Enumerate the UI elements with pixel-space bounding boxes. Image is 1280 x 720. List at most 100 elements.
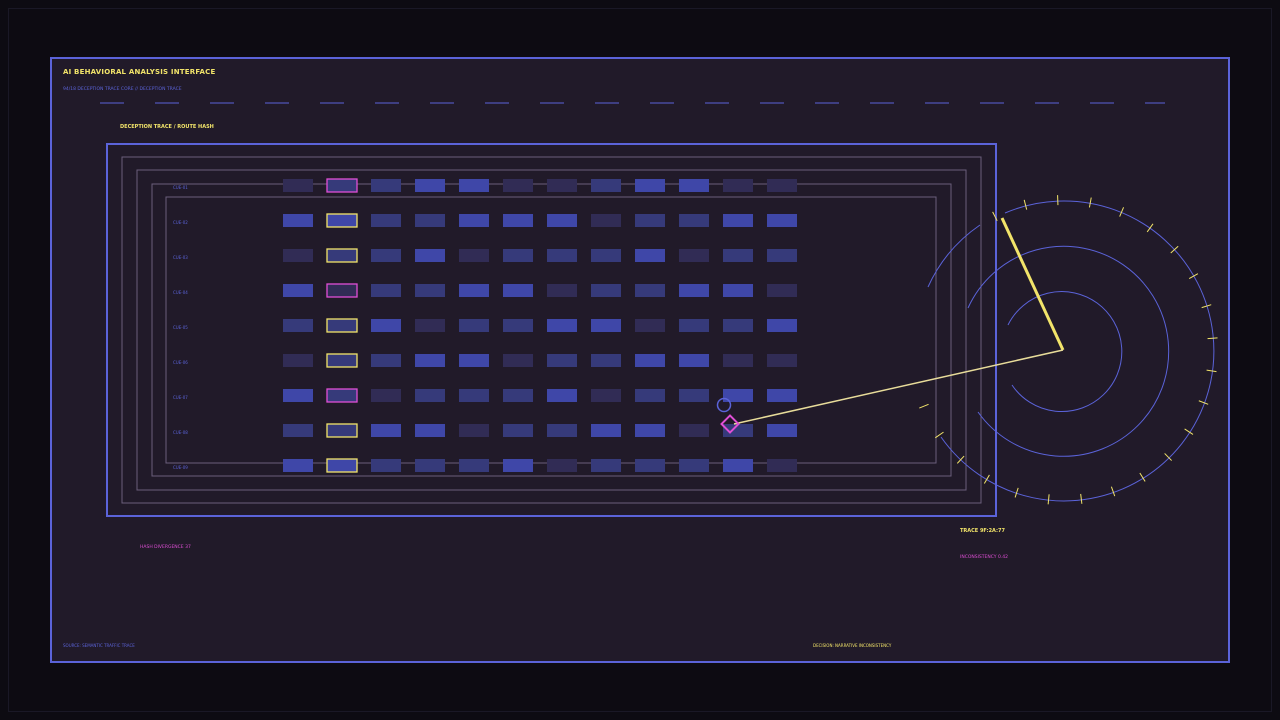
grid-cell[interactable] [591,214,621,227]
grid-cell[interactable] [415,389,445,402]
grid-cell[interactable] [371,179,401,192]
grid-cell[interactable] [767,319,797,332]
grid-cell[interactable] [503,424,533,437]
grid-cell[interactable] [679,284,709,297]
grid-cell[interactable] [459,459,489,472]
grid-cell[interactable] [326,423,358,438]
grid-cell[interactable] [723,214,753,227]
grid-cell[interactable] [415,179,445,192]
grid-cell[interactable] [283,179,313,192]
grid-cell[interactable] [767,424,797,437]
grid-cell[interactable] [723,179,753,192]
grid-cell[interactable] [283,424,313,437]
grid-cell[interactable] [591,424,621,437]
grid-cell[interactable] [326,248,358,263]
grid-cell[interactable] [283,249,313,262]
grid-cell[interactable] [283,319,313,332]
grid-cell[interactable] [767,249,797,262]
grid-cell[interactable] [679,179,709,192]
grid-cell[interactable] [767,179,797,192]
grid-cell[interactable] [371,249,401,262]
grid-cell[interactable] [767,284,797,297]
grid-cell[interactable] [459,284,489,297]
grid-cell[interactable] [635,179,665,192]
grid-cell[interactable] [591,284,621,297]
grid-cell[interactable] [767,354,797,367]
grid-cell[interactable] [415,214,445,227]
grid-cell[interactable] [635,389,665,402]
grid-cell[interactable] [459,354,489,367]
grid-cell[interactable] [283,284,313,297]
grid-cell[interactable] [547,459,577,472]
grid-cell[interactable] [547,214,577,227]
grid-cell[interactable] [635,249,665,262]
grid-cell[interactable] [326,458,358,473]
grid-cell[interactable] [503,249,533,262]
grid-cell[interactable] [371,389,401,402]
grid-cell[interactable] [723,319,753,332]
grid-cell[interactable] [415,319,445,332]
grid-cell[interactable] [547,249,577,262]
grid-cell[interactable] [547,284,577,297]
grid-cell[interactable] [371,354,401,367]
grid-cell[interactable] [283,459,313,472]
grid-cell[interactable] [459,179,489,192]
grid-cell[interactable] [503,354,533,367]
grid-cell[interactable] [503,319,533,332]
grid-cell[interactable] [679,319,709,332]
grid-cell[interactable] [371,424,401,437]
grid-cell[interactable] [371,214,401,227]
grid-cell[interactable] [283,389,313,402]
grid-cell[interactable] [415,354,445,367]
grid-cell[interactable] [459,389,489,402]
grid-cell[interactable] [283,214,313,227]
grid-cell[interactable] [767,214,797,227]
grid-cell[interactable] [326,318,358,333]
grid-cell[interactable] [723,459,753,472]
grid-cell[interactable] [635,354,665,367]
grid-cell[interactable] [635,214,665,227]
grid-cell[interactable] [635,284,665,297]
grid-cell[interactable] [547,389,577,402]
grid-cell[interactable] [415,459,445,472]
grid-cell[interactable] [679,459,709,472]
grid-cell[interactable] [371,459,401,472]
grid-cell[interactable] [591,179,621,192]
grid-cell[interactable] [503,179,533,192]
grid-cell[interactable] [723,354,753,367]
grid-cell[interactable] [547,179,577,192]
grid-cell[interactable] [459,214,489,227]
grid-cell[interactable] [767,459,797,472]
grid-cell[interactable] [459,249,489,262]
grid-cell[interactable] [679,249,709,262]
grid-cell[interactable] [679,424,709,437]
grid-cell[interactable] [371,284,401,297]
grid-cell[interactable] [723,284,753,297]
grid-cell[interactable] [591,354,621,367]
grid-cell[interactable] [591,319,621,332]
grid-cell[interactable] [635,459,665,472]
grid-cell[interactable] [591,389,621,402]
grid-cell[interactable] [679,389,709,402]
grid-cell[interactable] [459,319,489,332]
grid-cell[interactable] [415,284,445,297]
grid-cell[interactable] [503,389,533,402]
grid-cell[interactable] [635,424,665,437]
grid-cell[interactable] [503,284,533,297]
grid-cell[interactable] [326,213,358,228]
grid-cell[interactable] [415,424,445,437]
grid-cell[interactable] [591,459,621,472]
grid-cell[interactable] [635,319,665,332]
grid-cell[interactable] [371,319,401,332]
grid-cell[interactable] [591,249,621,262]
grid-cell[interactable] [326,283,358,298]
grid-cell[interactable] [547,319,577,332]
grid-cell[interactable] [459,424,489,437]
grid-cell[interactable] [503,459,533,472]
grid-cell[interactable] [723,249,753,262]
grid-cell[interactable] [326,388,358,403]
grid-cell[interactable] [767,389,797,402]
grid-cell[interactable] [326,178,358,193]
grid-cell[interactable] [679,354,709,367]
grid-cell[interactable] [547,354,577,367]
